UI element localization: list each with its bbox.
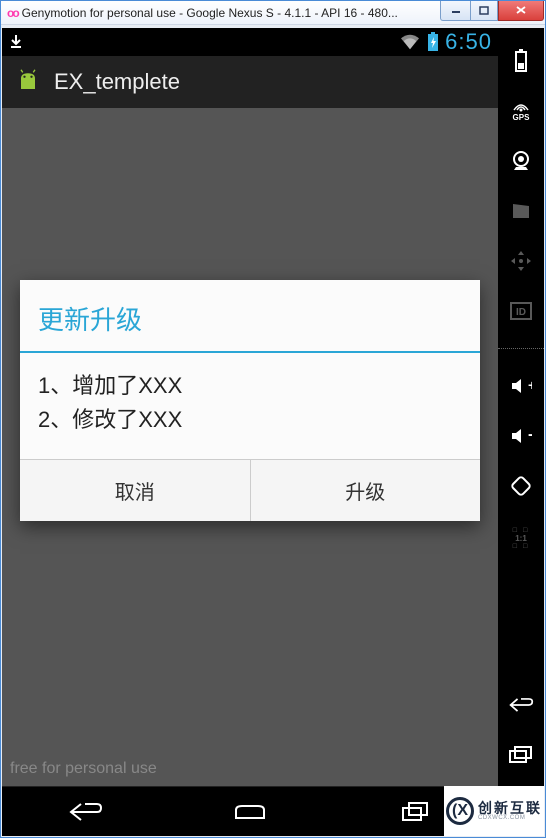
status-clock: 6:50 bbox=[445, 29, 492, 55]
gps-tool-button[interactable]: GPS bbox=[508, 98, 534, 124]
ratio-label: 1:1 bbox=[515, 534, 527, 543]
navigation-bar bbox=[2, 786, 498, 836]
rotate-icon bbox=[509, 474, 533, 498]
brand-logo-icon: (X bbox=[446, 797, 474, 825]
dialog-line-2: 2、修改了XXX bbox=[38, 403, 462, 437]
clapper-icon bbox=[511, 202, 531, 220]
close-button[interactable] bbox=[498, 1, 544, 21]
battery-tool-button[interactable] bbox=[508, 48, 534, 74]
download-icon bbox=[8, 34, 24, 50]
phone-frame: 6:50 EX_templete bbox=[2, 28, 544, 836]
android-app-icon bbox=[14, 68, 42, 96]
brand-overlay: (X 创新互联 CDXWCX.COM bbox=[444, 786, 544, 836]
camera-tool-button[interactable] bbox=[508, 148, 534, 174]
app-title: EX_templete bbox=[54, 69, 180, 95]
identifier-tool-button[interactable]: ID bbox=[508, 298, 534, 324]
dialog-line-1: 1、增加了XXX bbox=[38, 369, 462, 403]
app-content: 更新升级 1、增加了XXX 2、修改了XXX 取消 升级 free for pe… bbox=[2, 108, 498, 786]
dialog-actions: 取消 升级 bbox=[20, 459, 480, 521]
volume-down-button[interactable]: - bbox=[508, 423, 534, 449]
dialog-message: 1、增加了XXX 2、修改了XXX bbox=[20, 353, 480, 459]
minimize-button[interactable] bbox=[440, 1, 470, 21]
window-controls bbox=[440, 2, 545, 24]
confirm-button[interactable]: 升级 bbox=[250, 460, 481, 521]
side-back-button[interactable] bbox=[508, 692, 534, 718]
wifi-icon bbox=[399, 33, 421, 51]
side-recents-button[interactable] bbox=[508, 742, 534, 768]
cancel-button[interactable]: 取消 bbox=[20, 460, 250, 521]
webcam-icon bbox=[510, 151, 532, 171]
pixel-ratio-button[interactable]: □ □ 1:1 □ □ bbox=[508, 523, 534, 553]
maximize-button[interactable] bbox=[470, 1, 498, 21]
dialog-title: 更新升级 bbox=[20, 280, 480, 351]
toolbar-separator bbox=[498, 348, 544, 349]
window-body: 6:50 EX_templete bbox=[1, 25, 545, 837]
window-title: Genymotion for personal use - Google Nex… bbox=[22, 6, 440, 20]
gps-label: GPS bbox=[513, 113, 530, 122]
android-screen: 6:50 EX_templete bbox=[2, 28, 498, 836]
volume-up-button[interactable]: + bbox=[508, 373, 534, 399]
volume-up-icon: + bbox=[510, 377, 532, 395]
svg-text:ID: ID bbox=[516, 307, 526, 318]
update-dialog: 更新升级 1、增加了XXX 2、修改了XXX 取消 升级 bbox=[20, 280, 480, 521]
recents-icon bbox=[508, 745, 534, 765]
rotate-button[interactable] bbox=[508, 473, 534, 499]
svg-text:-: - bbox=[528, 427, 532, 443]
recents-button[interactable] bbox=[385, 798, 445, 826]
dpad-icon bbox=[509, 249, 533, 273]
brand-name-en: CDXWCX.COM bbox=[478, 815, 542, 821]
emulator-window: oo Genymotion for personal use - Google … bbox=[0, 0, 546, 838]
capture-tool-button[interactable] bbox=[508, 198, 534, 224]
battery-icon bbox=[514, 49, 528, 73]
home-icon bbox=[232, 802, 268, 822]
minimize-icon bbox=[451, 6, 461, 14]
svg-text:+: + bbox=[528, 377, 532, 393]
back-icon bbox=[508, 696, 534, 714]
volume-down-icon: - bbox=[510, 427, 532, 445]
action-bar: EX_templete bbox=[2, 56, 498, 108]
back-button[interactable] bbox=[55, 798, 115, 826]
home-button[interactable] bbox=[220, 798, 280, 826]
emulator-toolbar: GPS ID + bbox=[498, 28, 544, 836]
watermark-text: free for personal use bbox=[10, 760, 157, 778]
brand-name-cn: 创新互联 bbox=[478, 801, 542, 815]
battery-charging-icon bbox=[427, 32, 439, 52]
remote-tool-button[interactable] bbox=[508, 248, 534, 274]
genymotion-logo-icon: oo bbox=[7, 6, 18, 20]
recents-icon bbox=[400, 801, 430, 823]
window-titlebar[interactable]: oo Genymotion for personal use - Google … bbox=[1, 1, 545, 25]
status-bar[interactable]: 6:50 bbox=[2, 28, 498, 56]
back-icon bbox=[67, 801, 103, 823]
signal-icon bbox=[512, 100, 530, 112]
id-icon: ID bbox=[510, 302, 532, 320]
maximize-icon bbox=[479, 6, 489, 15]
close-icon bbox=[515, 5, 527, 15]
